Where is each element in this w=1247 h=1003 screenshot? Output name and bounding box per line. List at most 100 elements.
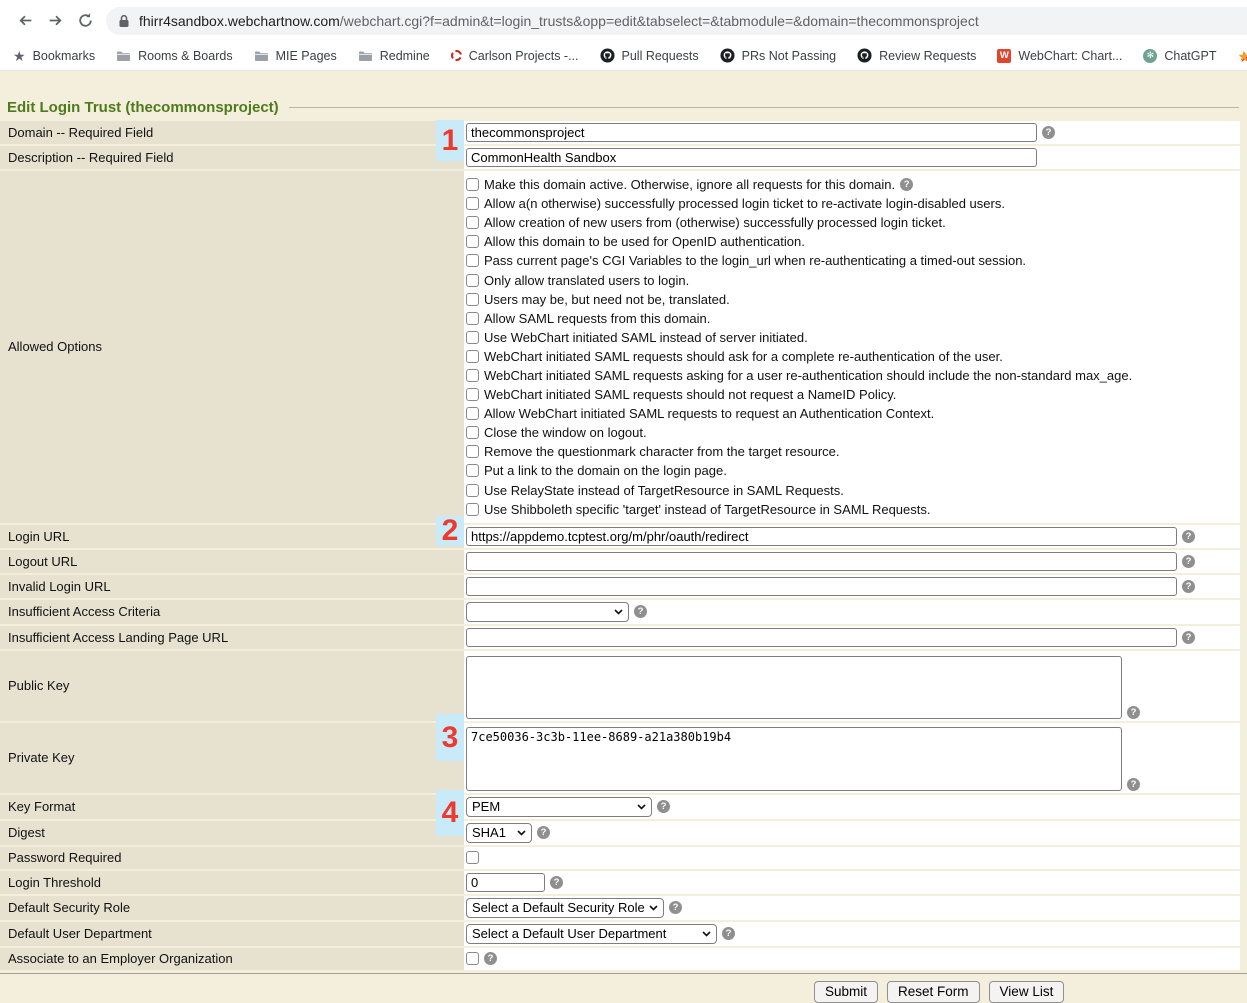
- bookmark-acc[interactable]: ★ Acc: [1237, 49, 1247, 63]
- insufficient-access-landing-row: Insufficient Access Landing Page URL ?: [0, 626, 1240, 649]
- refresh-button[interactable]: [70, 6, 100, 36]
- key-format-select[interactable]: PEM: [466, 797, 652, 817]
- submit-button[interactable]: Submit: [814, 981, 878, 1003]
- login-trust-form: Domain -- Required Field ? Description -…: [0, 121, 1240, 970]
- help-icon[interactable]: ?: [550, 876, 563, 889]
- bookmark-redmine[interactable]: Redmine: [358, 49, 430, 63]
- help-icon[interactable]: ?: [900, 178, 913, 191]
- github-icon: [720, 48, 735, 63]
- folder-icon: [358, 50, 373, 62]
- page-content: Edit Login Trust (thecommonsproject) Dom…: [0, 71, 1247, 999]
- help-icon[interactable]: ?: [1182, 555, 1195, 568]
- help-icon[interactable]: ?: [1042, 126, 1055, 139]
- public-key-label: Public Key: [0, 651, 464, 721]
- insufficient-access-landing-input[interactable]: [466, 628, 1177, 647]
- checkbox[interactable]: [466, 503, 479, 516]
- password-required-checkbox[interactable]: [466, 851, 479, 864]
- insufficient-access-criteria-row: Insufficient Access Criteria ?: [0, 600, 1240, 624]
- option-item: Use WebChart initiated SAML instead of s…: [466, 328, 1132, 347]
- private-key-label: Private Key: [0, 723, 464, 793]
- description-row: Description -- Required Field: [0, 146, 1240, 169]
- employer-org-checkbox[interactable]: [466, 952, 479, 965]
- digest-select[interactable]: SHA1: [466, 823, 532, 843]
- option-item: WebChart initiated SAML requests should …: [466, 347, 1132, 366]
- checkbox[interactable]: [466, 178, 479, 191]
- option-item: Use RelayState instead of TargetResource…: [466, 481, 1132, 500]
- github-icon: [857, 48, 872, 63]
- help-icon[interactable]: ?: [484, 952, 497, 965]
- bookmark-pull-requests[interactable]: Pull Requests: [600, 48, 699, 63]
- checkbox[interactable]: [466, 350, 479, 363]
- checkbox[interactable]: [466, 464, 479, 477]
- help-icon[interactable]: ?: [722, 927, 735, 940]
- reset-form-button[interactable]: Reset Form: [887, 981, 980, 1003]
- checkbox[interactable]: [466, 235, 479, 248]
- invalid-login-url-input[interactable]: [466, 577, 1177, 596]
- address-bar[interactable]: fhirr4sandbox.webchartnow.com/webchart.c…: [106, 7, 1247, 35]
- employer-org-label: Associate to an Employer Organization: [0, 948, 464, 970]
- carlson-icon: [451, 50, 462, 61]
- insufficient-access-criteria-select[interactable]: [466, 602, 629, 622]
- checkbox[interactable]: [466, 388, 479, 401]
- login-threshold-input[interactable]: [466, 873, 545, 892]
- bookmark-carlson-projects[interactable]: Carlson Projects -...: [451, 49, 579, 63]
- logout-url-input[interactable]: [466, 552, 1177, 571]
- checkbox[interactable]: [466, 197, 479, 210]
- checkbox[interactable]: [466, 484, 479, 497]
- bookmark-webchart[interactable]: W WebChart: Chart...: [997, 49, 1122, 63]
- bookmark-chatgpt[interactable]: ✻ ChatGPT: [1143, 49, 1216, 63]
- help-icon[interactable]: ?: [657, 800, 670, 813]
- checkbox[interactable]: [466, 216, 479, 229]
- checkbox[interactable]: [466, 312, 479, 325]
- help-icon[interactable]: ?: [1182, 580, 1195, 593]
- option-item: Pass current page's CGI Variables to the…: [466, 251, 1132, 270]
- logout-url-label: Logout URL: [0, 550, 464, 573]
- help-icon[interactable]: ?: [1182, 530, 1195, 543]
- chatgpt-icon: ✻: [1143, 49, 1157, 63]
- domain-input[interactable]: [466, 123, 1037, 142]
- bookmark-rooms-boards[interactable]: Rooms & Boards: [116, 49, 232, 63]
- allowed-options-list: Make this domain active. Otherwise, igno…: [466, 173, 1132, 521]
- bookmark-review-requests[interactable]: Review Requests: [857, 48, 976, 63]
- checkbox[interactable]: [466, 445, 479, 458]
- bookmark-bookmarks[interactable]: ★ Bookmarks: [13, 49, 95, 63]
- login-url-input[interactable]: [466, 527, 1177, 546]
- description-input[interactable]: [466, 148, 1037, 167]
- public-key-textarea[interactable]: [466, 656, 1122, 719]
- checkbox[interactable]: [466, 274, 479, 287]
- password-required-row: Password Required: [0, 847, 1240, 869]
- forward-button[interactable]: [40, 6, 70, 36]
- option-item: Allow creation of new users from (otherw…: [466, 213, 1132, 232]
- checkbox[interactable]: [466, 426, 479, 439]
- bookmark-prs-not-passing[interactable]: PRs Not Passing: [720, 48, 836, 63]
- star-icon: ★: [13, 49, 26, 63]
- help-icon[interactable]: ?: [537, 826, 550, 839]
- login-threshold-label: Login Threshold: [0, 871, 464, 894]
- annotation-marker-2: 2: [436, 516, 464, 546]
- checkbox[interactable]: [466, 369, 479, 382]
- back-icon: [17, 12, 34, 29]
- help-icon[interactable]: ?: [634, 605, 647, 618]
- bookmark-mie-pages[interactable]: MIE Pages: [254, 49, 337, 63]
- help-icon[interactable]: ?: [1182, 631, 1195, 644]
- help-icon[interactable]: ?: [1127, 778, 1140, 791]
- checkbox[interactable]: [466, 293, 479, 306]
- browser-chrome: fhirr4sandbox.webchartnow.com/webchart.c…: [0, 0, 1247, 71]
- checkbox[interactable]: [466, 254, 479, 267]
- checkbox[interactable]: [466, 331, 479, 344]
- folder-icon: [116, 50, 131, 62]
- page-title: Edit Login Trust (thecommonsproject): [7, 99, 279, 116]
- private-key-row: Private Key 7ce50036-3c3b-11ee-8689-a21a…: [0, 723, 1240, 793]
- help-icon[interactable]: ?: [1127, 706, 1140, 719]
- default-security-role-select[interactable]: Select a Default Security Role: [466, 898, 664, 918]
- bookmark-label: Redmine: [380, 49, 430, 63]
- checkbox[interactable]: [466, 407, 479, 420]
- view-list-button[interactable]: View List: [989, 981, 1065, 1003]
- insufficient-access-landing-label: Insufficient Access Landing Page URL: [0, 626, 464, 649]
- bookmark-label: WebChart: Chart...: [1018, 49, 1122, 63]
- default-user-department-select[interactable]: Select a Default User Department: [466, 924, 717, 944]
- private-key-textarea[interactable]: 7ce50036-3c3b-11ee-8689-a21a380b19b4: [466, 727, 1122, 791]
- help-icon[interactable]: ?: [669, 901, 682, 914]
- back-button[interactable]: [10, 6, 40, 36]
- annotation-marker-4: 4: [436, 790, 464, 836]
